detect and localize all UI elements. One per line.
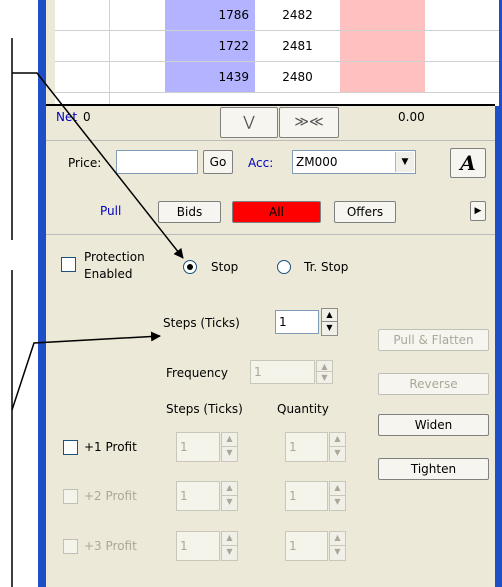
annotation-arrow-stop	[12, 72, 184, 259]
annotation-overlay	[11, 38, 184, 587]
annotation-arrow-steps	[11, 331, 161, 411]
